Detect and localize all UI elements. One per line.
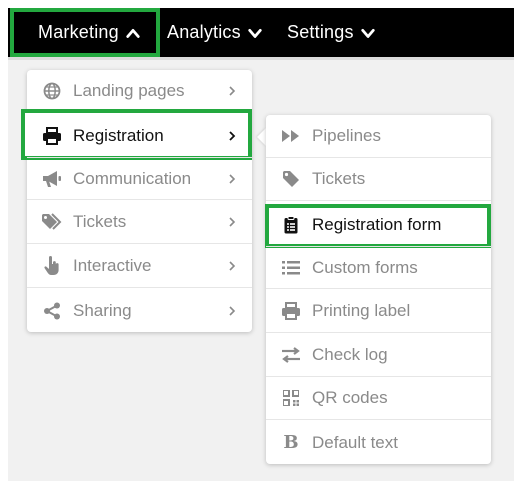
submenu-item-label: Check log — [312, 345, 388, 364]
chevron-up-icon — [126, 26, 140, 40]
chevron-down-icon — [248, 26, 262, 40]
submenu-item-label: Registration form — [312, 214, 442, 234]
nav-analytics-label: Analytics — [167, 22, 241, 42]
nav-marketing-label: Marketing — [38, 22, 119, 42]
menu-item-interactive[interactable]: Interactive — [27, 245, 252, 288]
chevron-right-icon — [228, 260, 238, 272]
submenu-pointer — [257, 128, 266, 146]
menu-item-communication[interactable]: Communication — [27, 157, 252, 200]
chevron-right-icon — [228, 130, 238, 142]
chevron-right-icon — [228, 305, 238, 317]
submenu-item-label: Printing label — [312, 301, 411, 320]
fast-forward-icon — [280, 126, 302, 146]
chevron-down-icon — [360, 26, 375, 40]
submenu-item-default-text[interactable]: B Default text — [266, 421, 491, 464]
menu-item-label: Landing pages — [73, 81, 185, 100]
submenu-item-qr-codes[interactable]: QR codes — [266, 377, 491, 420]
nav-marketing[interactable]: Marketing — [10, 8, 160, 57]
exchange-icon — [280, 345, 302, 365]
globe-icon — [41, 81, 63, 101]
nav-analytics[interactable]: Analytics — [167, 8, 262, 57]
megaphone-icon — [41, 169, 63, 189]
menu-item-label: Communication — [73, 168, 192, 188]
menu-item-landing-pages[interactable]: Landing pages — [27, 70, 252, 113]
share-icon — [41, 301, 63, 321]
submenu-item-tickets[interactable]: Tickets — [266, 158, 491, 201]
tags-icon — [41, 212, 63, 232]
menu-item-label: Registration — [73, 125, 164, 145]
submenu-item-pipelines[interactable]: Pipelines — [266, 115, 491, 158]
submenu-item-printing-label[interactable]: Printing label — [266, 290, 491, 333]
hand-pointer-icon — [41, 256, 63, 276]
menu-item-registration[interactable]: Registration — [27, 114, 252, 157]
qrcode-icon — [280, 388, 302, 408]
marketing-dropdown-menu: Landing pages Registration Communication… — [21, 70, 252, 332]
submenu-item-custom-forms[interactable]: Custom forms — [266, 246, 491, 289]
submenu-item-label: Pipelines — [312, 126, 381, 145]
chevron-right-icon — [228, 173, 238, 185]
nav-settings-label: Settings — [287, 22, 354, 42]
menu-item-label: Sharing — [73, 300, 132, 320]
bold-icon: B — [283, 432, 299, 453]
submenu-item-check-log[interactable]: Check log — [266, 334, 491, 377]
menu-item-sharing[interactable]: Sharing — [27, 289, 252, 332]
submenu-item-registration-form[interactable]: Registration form — [266, 203, 491, 246]
registration-submenu: Pipelines Tickets Registration form Cust… — [265, 115, 491, 464]
chevron-right-icon — [228, 85, 238, 97]
menu-item-tickets[interactable]: Tickets — [27, 201, 252, 244]
menu-item-label: Tickets — [73, 212, 127, 231]
menu-item-label: Interactive — [73, 256, 152, 275]
submenu-item-label: Default text — [312, 432, 398, 452]
printer-icon — [41, 126, 63, 146]
topbar-divider — [8, 57, 514, 60]
chevron-right-icon — [228, 216, 238, 228]
submenu-item-label: Tickets — [312, 169, 366, 188]
printer-icon — [280, 301, 302, 321]
submenu-item-label: QR codes — [312, 388, 388, 407]
tag-icon — [280, 169, 302, 189]
clipboard-list-icon — [280, 215, 302, 235]
nav-settings[interactable]: Settings — [287, 8, 375, 57]
list-icon — [280, 258, 302, 278]
submenu-item-label: Custom forms — [312, 257, 418, 277]
